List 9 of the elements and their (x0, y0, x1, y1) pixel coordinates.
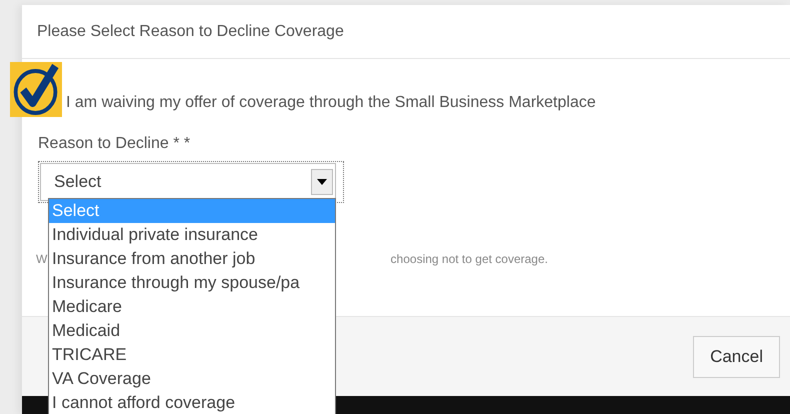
check-mark-icon[interactable] (10, 62, 62, 117)
help-text: W (36, 252, 48, 266)
dialog-title: Please Select Reason to Decline Coverage (37, 22, 344, 40)
cancel-button[interactable]: Cancel (693, 336, 780, 378)
field-label: Reason to Decline * * (38, 135, 192, 153)
waiver-label: I am waiving my offer of coverage through the Small Business Marketplace (66, 94, 597, 112)
help-text: choosing not to get coverage. (390, 252, 548, 266)
reason-select[interactable]: Select (40, 163, 336, 201)
caret-icon (317, 179, 327, 185)
